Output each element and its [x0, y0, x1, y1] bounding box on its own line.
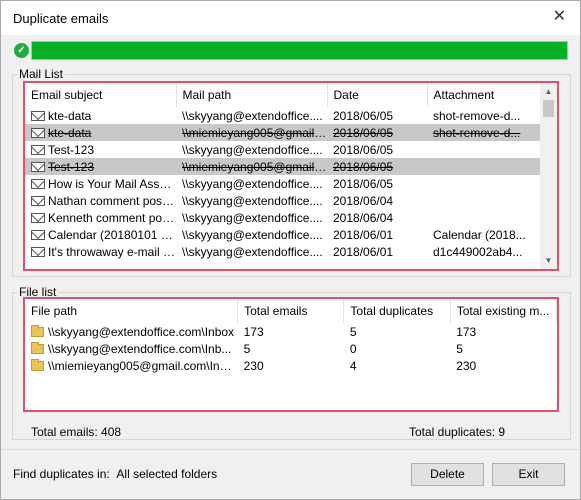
cell-date: 2018/06/05 [333, 125, 394, 140]
scroll-down-icon[interactable]: ▼ [540, 252, 557, 269]
close-icon[interactable]: ✕ [553, 9, 566, 25]
folder-icon [31, 358, 44, 371]
cell-path: \\skyyang@extendoffice.... [182, 193, 323, 208]
delete-button[interactable]: Delete [411, 463, 484, 486]
cell-total-emails: 5 [243, 341, 251, 356]
col-total-existing[interactable]: Total existing m... [450, 299, 558, 323]
cell-attachment: d1c449002ab4... [433, 244, 523, 259]
cell-file-path: \\miemieyang005@gmail.com\Inbox [48, 358, 238, 373]
cell-total-duplicates: 5 [349, 324, 357, 339]
cell-date: 2018/06/01 [333, 227, 394, 242]
find-value: All selected folders [116, 467, 218, 481]
mail-row[interactable]: Nathan comment posti... \\skyyang@extendo… [25, 192, 540, 209]
duplicate-emails-dialog: Duplicate emails ✕ ✓ Mail List Email sub… [0, 0, 581, 500]
cell-path: \\skyyang@extendoffice.... [182, 176, 323, 191]
total-duplicates: Total duplicates: 9 [409, 425, 506, 439]
cell-total-existing: 173 [456, 324, 477, 339]
check-icon: ✓ [14, 43, 29, 58]
file-list-table[interactable]: File path Total emails Total duplicates … [23, 297, 559, 412]
mail-envelope-icon [31, 144, 45, 155]
footer-bar: Find duplicates in: All selected folders… [1, 449, 580, 499]
cell-total-duplicates: 4 [349, 358, 357, 373]
cell-attachment: shot-remove-d... [433, 108, 521, 123]
cell-date: 2018/06/05 [333, 108, 394, 123]
mail-row[interactable]: Test-123 \\miemieyang005@gmail.... 2018/06… [25, 158, 540, 175]
cell-path: \\skyyang@extendoffice.... [182, 227, 323, 242]
cell-path: \\skyyang@extendoffice.... [182, 210, 323, 225]
mail-row[interactable]: Calendar (20180101 - ... \\skyyang@extend… [25, 226, 540, 243]
col-file-path[interactable]: File path [25, 299, 239, 323]
cell-path: \\skyyang@extendoffice.... [182, 142, 323, 157]
file-row[interactable]: \\skyyang@extendoffice.com\Inbox 173 5 173 [25, 323, 557, 340]
mail-envelope-icon [31, 212, 45, 223]
file-row[interactable]: \\skyyang@extendoffice.com\Inb... 5 0 5 [25, 340, 557, 357]
mail-row[interactable]: kte-data \\skyyang@extendoffice.... 2018/0… [25, 107, 540, 124]
cell-subject: Test-123 [48, 142, 95, 157]
col-email-subject[interactable]: Email subject [25, 83, 177, 107]
cell-total-emails: 230 [243, 358, 264, 373]
cell-date: 2018/06/05 [333, 159, 394, 174]
find-label: Find duplicates in: [13, 467, 110, 481]
cell-date: 2018/06/05 [333, 142, 394, 157]
mail-envelope-icon [31, 161, 45, 172]
cell-subject: Test-123 [48, 159, 95, 174]
mail-row[interactable]: Test-123 \\skyyang@extendoffice.... 2018/0… [25, 141, 540, 158]
scroll-up-icon[interactable]: ▲ [540, 83, 557, 100]
cell-total-existing: 230 [456, 358, 477, 373]
cell-total-emails: 173 [243, 324, 264, 339]
cell-subject: Calendar (20180101 - ... [48, 227, 176, 242]
mail-envelope-icon [31, 195, 45, 206]
cell-path: \\skyyang@extendoffice.... [182, 108, 323, 123]
mail-list-legend: Mail List [19, 67, 64, 81]
folder-icon [31, 324, 44, 337]
cell-subject: kte-data [48, 125, 92, 140]
cell-subject: kte-data [48, 108, 92, 123]
cell-total-duplicates: 0 [349, 341, 357, 356]
cell-subject: Nathan comment posti... [48, 193, 176, 208]
file-row[interactable]: \\miemieyang005@gmail.com\Inbox 230 4 230 [25, 357, 557, 374]
cell-attachment: shot-remove-d... [433, 125, 521, 140]
col-date[interactable]: Date [327, 83, 428, 107]
cell-total-existing: 5 [456, 341, 463, 356]
col-attachment[interactable]: Attachment [427, 83, 541, 107]
mail-envelope-icon [31, 110, 45, 121]
progress-bar [31, 41, 568, 60]
scroll-thumb[interactable] [543, 100, 554, 117]
mail-list-scrollbar[interactable]: ▲ ▼ [540, 83, 557, 269]
mail-row[interactable]: It's throwaway e-mail ti... \\skyyang@ext… [25, 243, 540, 260]
window-title: Duplicate emails [13, 11, 109, 26]
progress-fill [32, 42, 567, 59]
cell-file-path: \\skyyang@extendoffice.com\Inb... [48, 341, 232, 356]
cell-file-path: \\skyyang@extendoffice.com\Inbox [48, 324, 235, 339]
exit-button[interactable]: Exit [492, 463, 565, 486]
cell-subject: Kenneth comment posti... [48, 210, 176, 225]
col-total-emails[interactable]: Total emails [237, 299, 345, 323]
col-mail-path[interactable]: Mail path [176, 83, 328, 107]
title-bar: Duplicate emails ✕ [1, 1, 580, 35]
mail-row[interactable]: How is Your Mail Assur... \\skyyang@exten… [25, 175, 540, 192]
mail-envelope-icon [31, 178, 45, 189]
cell-date: 2018/06/05 [333, 176, 394, 191]
cell-date: 2018/06/01 [333, 244, 394, 259]
cell-attachment: Calendar (2018... [433, 227, 526, 242]
total-emails: Total emails: 408 [31, 425, 122, 439]
cell-date: 2018/06/04 [333, 193, 394, 208]
mail-list-table[interactable]: Email subject Mail path Date Attachment … [23, 81, 559, 271]
mail-envelope-icon [31, 229, 45, 240]
folder-icon [31, 341, 44, 354]
cell-path: \\miemieyang005@gmail.... [182, 159, 327, 174]
cell-subject: How is Your Mail Assur... [48, 176, 176, 191]
col-total-duplicates[interactable]: Total duplicates [343, 299, 451, 323]
cell-path: \\skyyang@extendoffice.... [182, 244, 323, 259]
find-duplicates-info: Find duplicates in: All selected folders [13, 467, 217, 481]
mail-envelope-icon [31, 127, 45, 138]
cell-date: 2018/06/04 [333, 210, 394, 225]
cell-subject: It's throwaway e-mail ti... [48, 244, 176, 259]
cell-path: \\miemieyang005@gmail.... [182, 125, 327, 140]
mail-envelope-icon [31, 246, 45, 257]
mail-row[interactable]: kte-data \\miemieyang005@gmail.... 2018/06… [25, 124, 540, 141]
mail-row[interactable]: Kenneth comment posti... \\skyyang@extend… [25, 209, 540, 226]
